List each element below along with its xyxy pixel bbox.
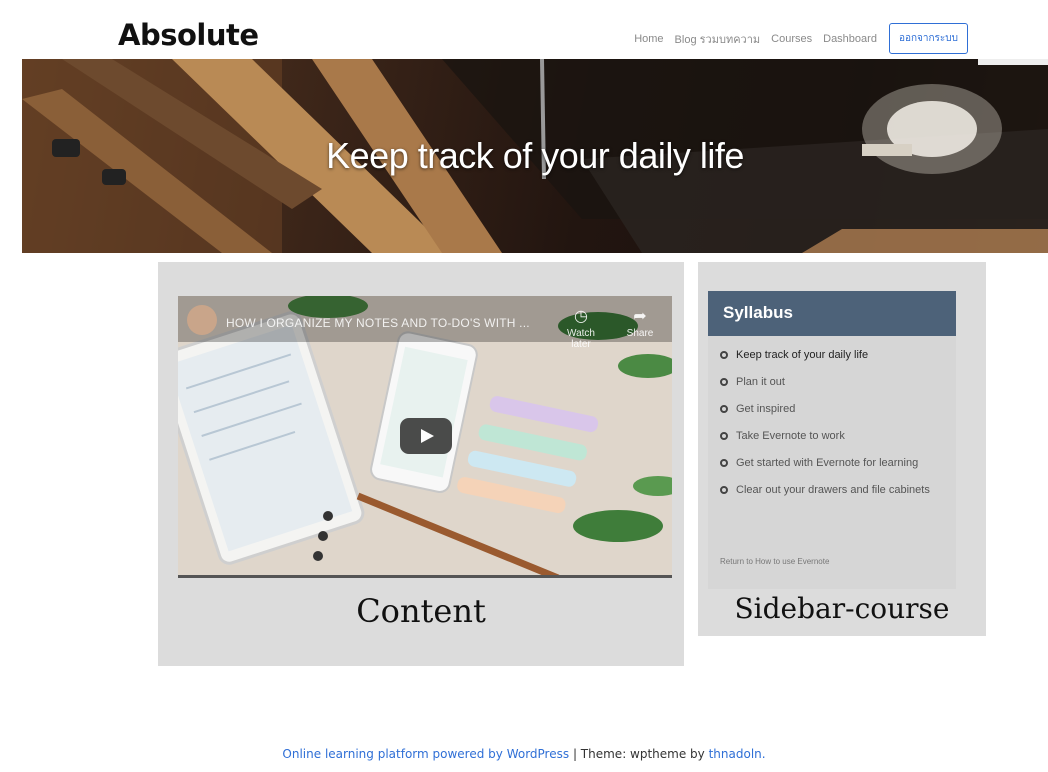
hero-banner: Keep track of your daily life bbox=[22, 59, 1048, 253]
footer-theme-text: | Theme: wptheme by bbox=[569, 747, 709, 761]
site-footer: Online learning platform powered by Word… bbox=[0, 747, 1048, 761]
syllabus-item[interactable]: Get inspired bbox=[720, 400, 940, 418]
syllabus-item[interactable]: Keep track of your daily life bbox=[720, 346, 940, 364]
site-header: Absolute Home Blog รวมบทความ Courses Das… bbox=[22, 14, 1028, 60]
main-nav: Home Blog รวมบทความ Courses Dashboard ออ… bbox=[623, 23, 968, 54]
share-icon: ➦ bbox=[633, 308, 647, 325]
circle-bullet-icon bbox=[720, 351, 728, 359]
nav-blog[interactable]: Blog รวมบทความ bbox=[675, 30, 761, 48]
circle-bullet-icon bbox=[720, 432, 728, 440]
video-progress-bar[interactable] bbox=[178, 575, 672, 578]
logout-button[interactable]: ออกจากระบบ bbox=[888, 23, 968, 54]
site-logo[interactable]: Absolute bbox=[118, 18, 259, 52]
clock-icon: ◷ bbox=[574, 308, 588, 325]
circle-bullet-icon bbox=[720, 459, 728, 467]
nav-home[interactable]: Home bbox=[634, 33, 663, 45]
share-button[interactable]: ➦ Share bbox=[618, 308, 662, 339]
sidebar-course: Syllabus Keep track of your daily life P… bbox=[698, 262, 986, 636]
circle-bullet-icon bbox=[720, 486, 728, 494]
share-label: Share bbox=[626, 328, 654, 339]
content-label: Content bbox=[356, 592, 486, 630]
syllabus-item-label: Take Evernote to work bbox=[736, 430, 845, 442]
syllabus-heading: Syllabus bbox=[708, 291, 956, 336]
syllabus-item-label: Keep track of your daily life bbox=[736, 349, 869, 361]
syllabus-item-label: Plan it out bbox=[736, 376, 785, 388]
watch-later-label: Watch later bbox=[567, 328, 595, 350]
circle-bullet-icon bbox=[720, 378, 728, 386]
footer-author-link[interactable]: thnadoln. bbox=[709, 747, 766, 761]
sidebar-label: Sidebar-course bbox=[734, 592, 950, 625]
syllabus-item[interactable]: Get started with Evernote for learning bbox=[720, 454, 940, 472]
syllabus-panel: Syllabus Keep track of your daily life P… bbox=[708, 291, 956, 589]
nav-dashboard[interactable]: Dashboard bbox=[823, 33, 877, 45]
content-area: HOW I ORGANIZE MY NOTES AND TO-DO'S WITH… bbox=[158, 262, 684, 666]
video-player[interactable]: HOW I ORGANIZE MY NOTES AND TO-DO'S WITH… bbox=[178, 296, 672, 578]
nav-courses[interactable]: Courses bbox=[771, 33, 812, 45]
watch-later-button[interactable]: ◷ Watch later bbox=[556, 308, 606, 350]
video-title[interactable]: HOW I ORGANIZE MY NOTES AND TO-DO'S WITH… bbox=[226, 316, 530, 330]
syllabus-item-label: Clear out your drawers and file cabinets bbox=[736, 484, 930, 496]
syllabus-item[interactable]: Clear out your drawers and file cabinets bbox=[720, 481, 940, 499]
hero-title: Keep track of your daily life bbox=[326, 135, 744, 176]
syllabus-item-label: Get started with Evernote for learning bbox=[736, 457, 919, 469]
syllabus-item-label: Get inspired bbox=[736, 403, 796, 415]
syllabus-item[interactable]: Plan it out bbox=[720, 373, 940, 391]
footer-platform-link[interactable]: Online learning platform powered by Word… bbox=[282, 747, 569, 761]
play-button[interactable] bbox=[400, 418, 452, 454]
return-link[interactable]: Return to How to use Evernote bbox=[720, 557, 829, 566]
syllabus-item[interactable]: Take Evernote to work bbox=[720, 427, 940, 445]
circle-bullet-icon bbox=[720, 405, 728, 413]
syllabus-list: Keep track of your daily life Plan it ou… bbox=[708, 336, 956, 499]
